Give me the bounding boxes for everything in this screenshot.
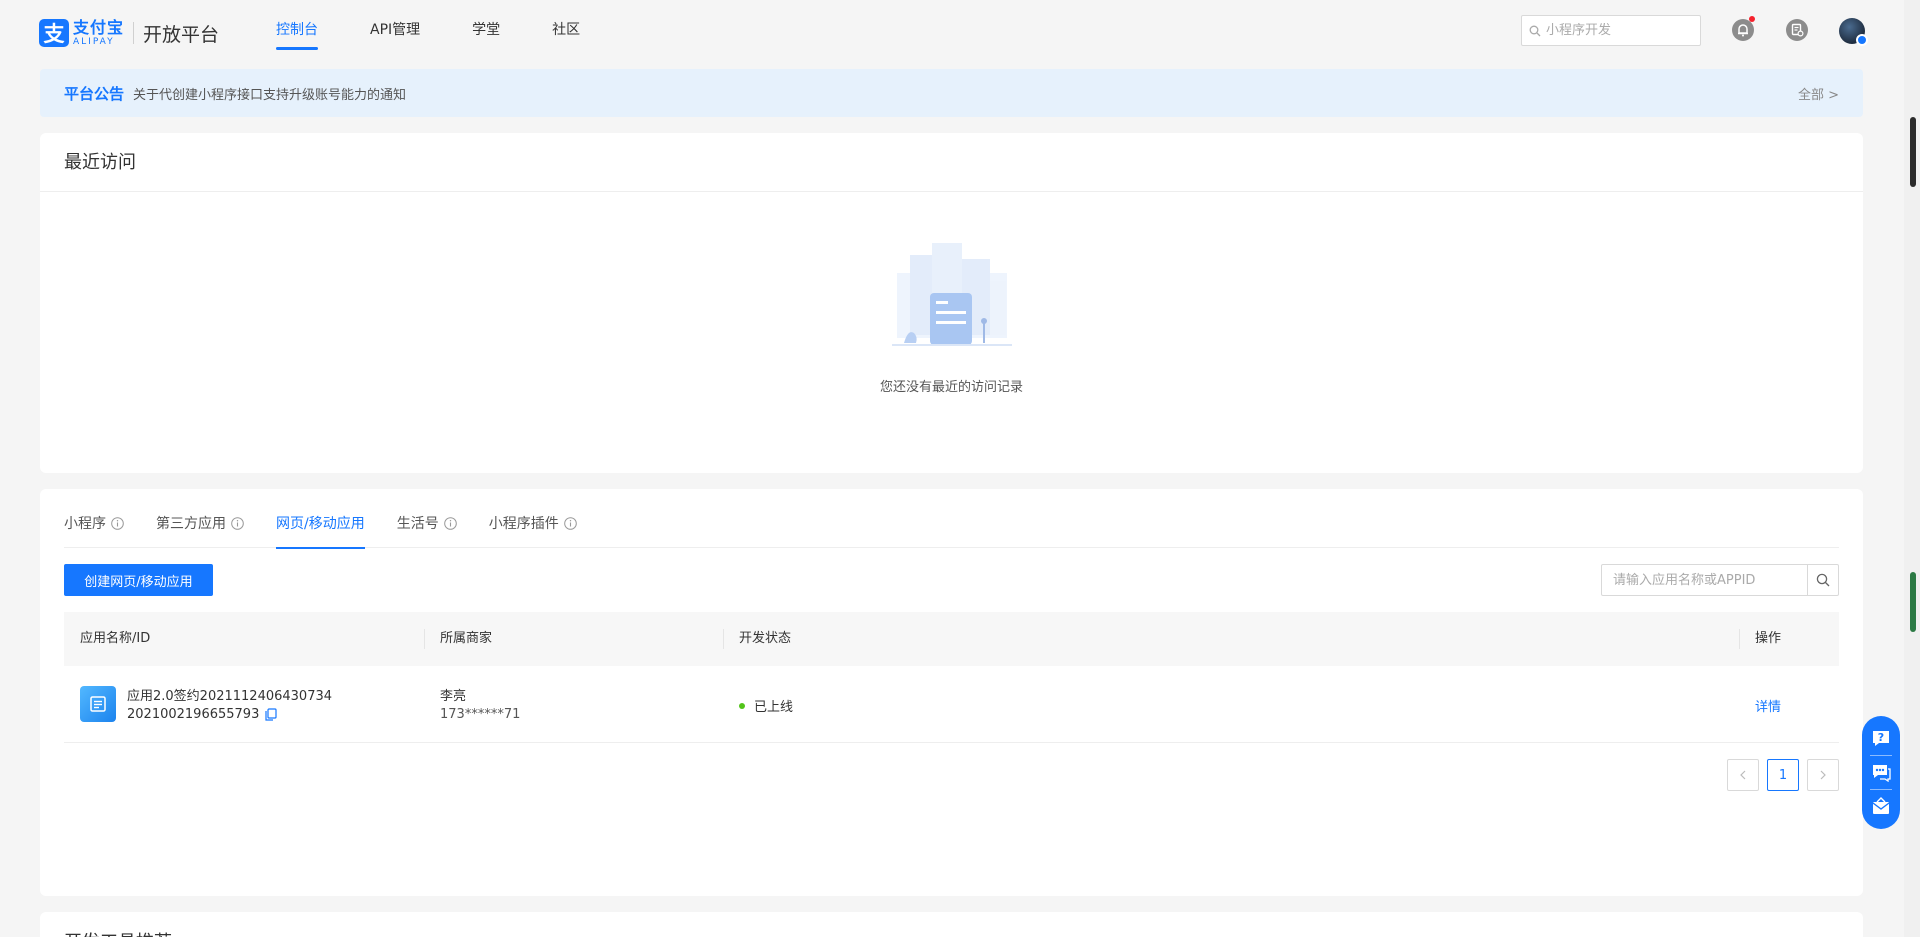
column-header: 所属商家 <box>440 631 493 646</box>
column-divider <box>424 629 425 649</box>
nav-api-management[interactable]: API管理 <box>370 0 420 60</box>
next-page-button[interactable] <box>1807 759 1839 791</box>
pagination: 1 <box>1719 759 1839 791</box>
apps-card: 小程序 第三方应用 网页/移动应用 生活号 小程序插件 创建网页/移动应用 应用… <box>40 489 1863 896</box>
nav-academy[interactable]: 学堂 <box>472 0 500 60</box>
app-id: 2021002196655793 <box>127 707 260 722</box>
column-header: 操作 <box>1755 631 1782 646</box>
announcement-link[interactable]: 关于代创建小程序接口支持升级账号能力的通知 <box>133 84 406 103</box>
tab-web-mobile-app[interactable]: 网页/移动应用 <box>276 489 365 549</box>
app-type-tabs: 小程序 第三方应用 网页/移动应用 生活号 小程序插件 <box>64 489 1839 549</box>
platform-announcement: 平台公告 关于代创建小程序接口支持升级账号能力的通知 全部 > <box>40 69 1863 117</box>
alipay-logo[interactable]: 支 支付宝 ALIPAY 开放平台 <box>39 18 219 48</box>
chevron-right-icon <box>1820 770 1826 780</box>
column-header: 应用名称/ID <box>80 631 151 646</box>
tab-mini-program[interactable]: 小程序 <box>64 489 124 548</box>
empty-illustration <box>891 243 1012 346</box>
alipay-logo-icon: 支 <box>39 19 69 47</box>
tab-third-party-app[interactable]: 第三方应用 <box>156 489 244 548</box>
app-id-wrap: 2021002196655793 <box>127 707 277 722</box>
status-dot <box>739 702 745 709</box>
question-icon: ? <box>1873 731 1889 747</box>
column-divider <box>723 629 724 649</box>
app-search-button[interactable] <box>1807 565 1838 595</box>
merchant-name: 李亮 <box>440 689 467 704</box>
app-search-box <box>1601 564 1839 596</box>
create-web-mobile-app-button[interactable]: 创建网页/移动应用 <box>64 564 213 596</box>
detail-link[interactable]: 详情 <box>1755 696 1781 715</box>
mail-icon <box>1872 796 1890 814</box>
logo-divider <box>133 22 135 44</box>
info-icon[interactable] <box>563 517 577 530</box>
empty-state: 您还没有最近的访问记录 <box>40 243 1863 395</box>
announcement-all-link[interactable]: 全部 > <box>1798 84 1839 103</box>
logo-en-text: ALIPAY <box>73 36 115 47</box>
tab-label: 网页/移动应用 <box>276 515 365 532</box>
document-button[interactable] <box>1785 18 1809 42</box>
tab-label: 小程序 <box>64 515 106 532</box>
column-header: 开发状态 <box>739 631 792 646</box>
recent-visits-card: 最近访问 您还没有最近的访问记录 <box>40 133 1863 473</box>
chat-icon <box>1873 765 1891 783</box>
user-avatar[interactable] <box>1839 18 1868 46</box>
table-header: 应用名称/ID 所属商家 开发状态 操作 <box>64 612 1839 666</box>
tab-life-account[interactable]: 生活号 <box>397 489 457 548</box>
help-button[interactable]: ? <box>1869 726 1893 750</box>
main-nav: 控制台 API管理 学堂 社区 <box>276 0 632 60</box>
logo-text: 支付宝 ALIPAY <box>73 17 125 47</box>
avatar-badge <box>1856 34 1868 46</box>
floating-help-bar: ? <box>1862 716 1900 829</box>
empty-state-text: 您还没有最近的访问记录 <box>879 380 1023 395</box>
notification-button[interactable] <box>1731 16 1755 42</box>
table-row: 应用2.0签约2021112406430734 2021002196655793… <box>64 666 1839 743</box>
app-search-input[interactable] <box>1602 565 1807 595</box>
prev-page-button[interactable] <box>1727 759 1759 791</box>
tab-label: 小程序插件 <box>488 515 559 532</box>
merchant-account: 173******71 <box>440 707 521 722</box>
search-icon <box>1816 573 1830 587</box>
scrollbar-thumb[interactable] <box>1910 117 1916 187</box>
app-icon <box>80 686 116 722</box>
column-divider <box>1739 629 1740 649</box>
dev-status: 已上线 <box>739 696 793 715</box>
chevron-left-icon <box>1740 770 1746 780</box>
tab-mini-program-plugin[interactable]: 小程序插件 <box>489 489 577 548</box>
recent-visits-title: 最近访问 <box>40 133 1863 192</box>
top-search-box <box>1521 15 1701 46</box>
notification-dot <box>1749 16 1755 22</box>
dev-tools-title: 开发工具推荐 <box>64 928 172 937</box>
announcement-label: 平台公告 <box>64 84 125 103</box>
document-icon <box>1786 19 1808 41</box>
app-name: 应用2.0签约2021112406430734 <box>127 689 333 704</box>
top-search-input[interactable] <box>1546 23 1696 38</box>
float-divider <box>1870 789 1892 791</box>
document-icon <box>90 696 106 712</box>
status-text: 已上线 <box>754 700 794 715</box>
scrollbar-marker <box>1910 572 1916 632</box>
copy-icon[interactable] <box>265 708 277 721</box>
float-divider <box>1870 754 1892 756</box>
nav-community[interactable]: 社区 <box>552 0 580 60</box>
apps-table: 应用名称/ID 所属商家 开发状态 操作 应用2.0签约202111240643… <box>64 612 1839 743</box>
search-icon <box>1529 25 1541 36</box>
top-header: 支 支付宝 ALIPAY 开放平台 控制台 API管理 学堂 社区 <box>0 0 1904 60</box>
feedback-button[interactable] <box>1869 795 1893 819</box>
info-icon[interactable] <box>231 517 244 530</box>
logo-cn-text: 支付宝 <box>73 17 125 37</box>
nav-console[interactable]: 控制台 <box>276 0 318 60</box>
svg-text:?: ? <box>1878 731 1884 744</box>
tab-label: 第三方应用 <box>156 515 226 532</box>
dev-tools-card: 开发工具推荐 <box>40 912 1863 937</box>
page-number-button[interactable]: 1 <box>1767 759 1799 791</box>
info-icon[interactable] <box>443 517 457 530</box>
chat-button[interactable] <box>1869 760 1893 784</box>
tab-label: 生活号 <box>396 515 439 532</box>
platform-name: 开放平台 <box>143 23 220 46</box>
info-icon[interactable] <box>111 517 124 530</box>
